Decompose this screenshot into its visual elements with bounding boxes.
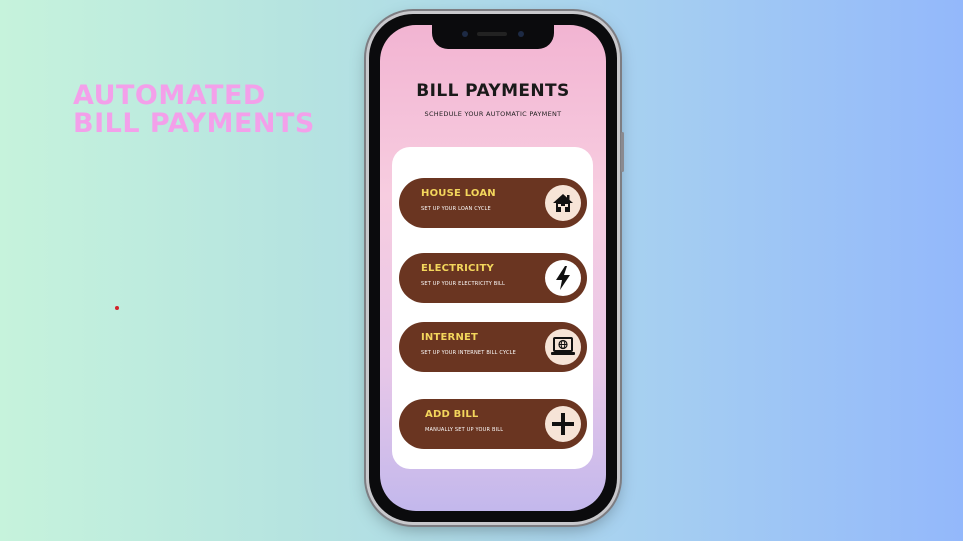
house-icon xyxy=(545,185,581,221)
bill-name: ELECTRICITY xyxy=(421,263,494,274)
bills-card: HOUSE LOAN SET UP YOUR LOAN CYCLE ELECTR… xyxy=(392,147,593,469)
bill-item-electricity[interactable]: ELECTRICITY SET UP YOUR ELECTRICITY BILL xyxy=(399,253,587,303)
page-title: BILL PAYMENTS xyxy=(416,81,570,101)
phone-side-button xyxy=(621,132,624,172)
hero-title-line-1: AUTOMATED xyxy=(73,80,266,111)
bill-name: INTERNET xyxy=(421,332,479,343)
bill-description: MANUALLY SET UP YOUR BILL xyxy=(425,427,504,433)
bill-description: SET UP YOUR INTERNET BILL CYCLE xyxy=(421,350,517,356)
bill-description: SET UP YOUR LOAN CYCLE xyxy=(421,206,491,212)
speaker-grille xyxy=(477,32,507,36)
bill-name: HOUSE LOAN xyxy=(421,188,496,199)
page-subtitle: SCHEDULE YOUR AUTOMATIC PAYMENT xyxy=(424,110,562,118)
laptop-globe-icon xyxy=(545,329,581,365)
hero-title: AUTOMATED BILL PAYMENTS xyxy=(73,82,315,138)
lightning-bolt-icon xyxy=(545,260,581,296)
hero-title-line-2: BILL PAYMENTS xyxy=(73,108,315,139)
phone-mockup: BILL PAYMENTS SCHEDULE YOUR AUTOMATIC PA… xyxy=(369,14,624,522)
red-dot-marker xyxy=(115,306,119,310)
phone-screen: BILL PAYMENTS SCHEDULE YOUR AUTOMATIC PA… xyxy=(380,25,606,511)
camera-icon xyxy=(462,31,468,37)
bill-item-internet[interactable]: INTERNET SET UP YOUR INTERNET BILL CYCLE xyxy=(399,322,587,372)
bill-item-add-bill[interactable]: ADD BILL MANUALLY SET UP YOUR BILL xyxy=(399,399,587,449)
bill-description: SET UP YOUR ELECTRICITY BILL xyxy=(421,281,506,287)
plus-icon xyxy=(545,406,581,442)
sensor-icon xyxy=(518,31,524,37)
phone-notch xyxy=(432,25,554,49)
bill-item-house-loan[interactable]: HOUSE LOAN SET UP YOUR LOAN CYCLE xyxy=(399,178,587,228)
bill-name: ADD BILL xyxy=(425,409,479,420)
